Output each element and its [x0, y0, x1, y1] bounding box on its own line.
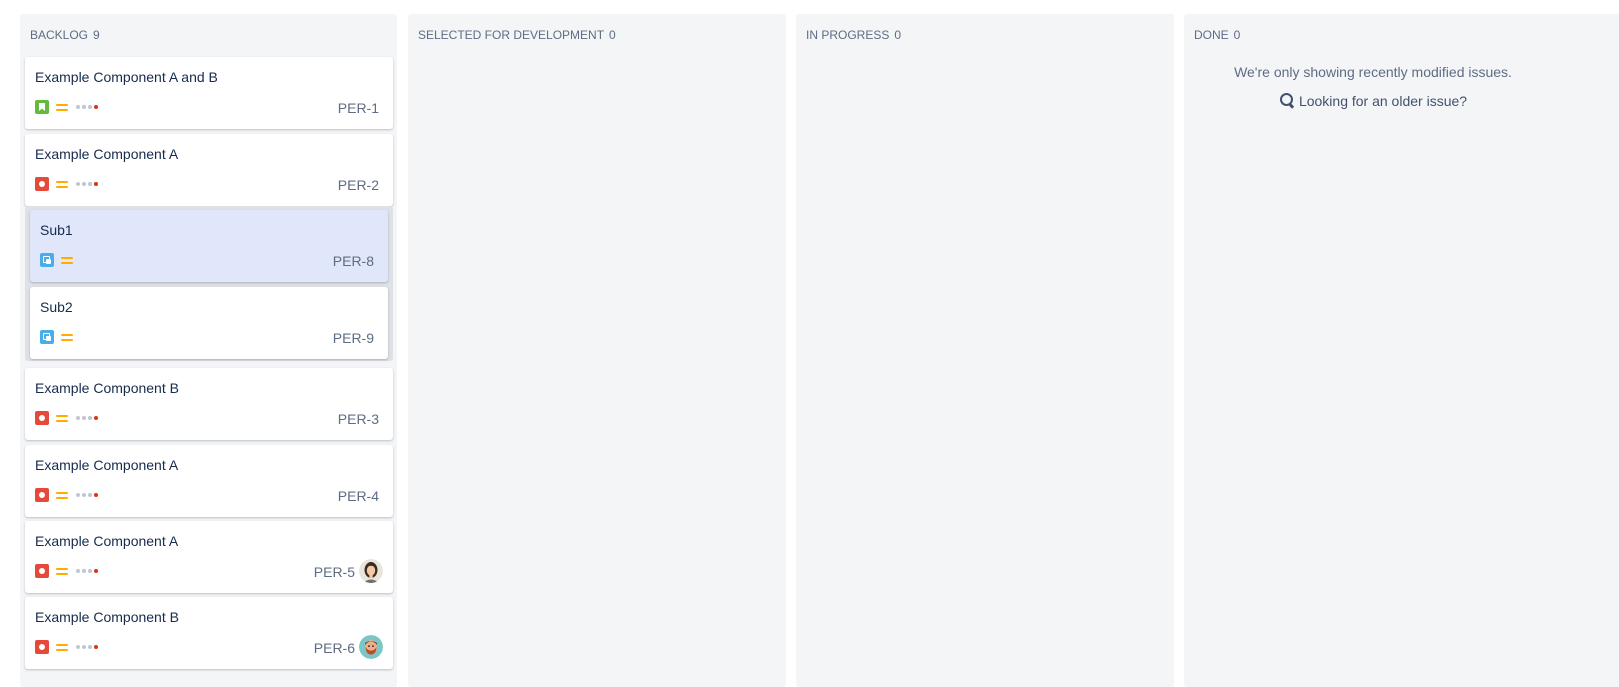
medium-priority-icon — [61, 332, 73, 342]
recent-issues-message: We're only showing recently modified iss… — [1234, 64, 1512, 80]
story-icon — [35, 100, 49, 114]
subtask-icon — [40, 253, 54, 267]
issue-key[interactable]: PER-4 — [338, 488, 379, 504]
medium-priority-icon — [56, 413, 68, 423]
column-count: 0 — [894, 28, 902, 42]
man-avatar-icon — [359, 635, 383, 659]
search-icon — [1279, 93, 1295, 109]
column-title: IN PROGRESS — [806, 28, 890, 42]
issue-key[interactable]: PER-1 — [338, 100, 379, 116]
issue-card[interactable]: Example Component A PER-5 — [25, 521, 393, 593]
issue-key[interactable]: PER-8 — [333, 253, 374, 269]
issue-card[interactable]: Example Component B PER-3 — [25, 368, 393, 440]
issue-summary: Sub1 — [40, 222, 73, 238]
column-title: BACKLOG — [30, 28, 89, 42]
issue-key[interactable]: PER-3 — [338, 411, 379, 427]
medium-priority-icon — [56, 102, 68, 112]
medium-priority-icon — [56, 642, 68, 652]
estimate-dots-icon — [76, 569, 100, 574]
issue-summary: Example Component B — [35, 380, 179, 396]
older-issue-link-text[interactable]: Looking for an older issue? — [1299, 93, 1467, 109]
issue-summary: Example Component B — [35, 609, 179, 625]
assignee-avatar[interactable] — [359, 559, 383, 583]
column-header-in-progress: IN PROGRESS 0 — [806, 28, 901, 42]
column-done: DONE 0 We're only showing recently modifi… — [1184, 14, 1619, 687]
issue-key[interactable]: PER-5 — [314, 564, 355, 580]
estimate-dots-icon — [76, 105, 100, 110]
subtask-icon — [40, 330, 54, 344]
bug-icon — [35, 411, 49, 425]
issue-card[interactable]: Example Component A PER-4 — [25, 445, 393, 517]
board: BACKLOG 9 Example Component A and B PER-1… — [20, 14, 1619, 687]
column-title: SELECTED FOR DEVELOPMENT — [418, 28, 605, 42]
issue-card[interactable]: Example Component A PER-2 — [25, 134, 393, 206]
medium-priority-icon — [56, 566, 68, 576]
estimate-dots-icon — [76, 493, 100, 498]
issue-card[interactable]: Example Component B PER-6 — [25, 597, 393, 669]
subtask-card[interactable]: Sub2 PER-9 — [30, 287, 388, 359]
issue-card[interactable]: Example Component A and B PER-1 — [25, 57, 393, 129]
issue-key[interactable]: PER-2 — [338, 177, 379, 193]
issue-summary: Example Component A — [35, 146, 179, 162]
bug-icon — [35, 488, 49, 502]
subtask-group: Sub1 PER-8 Sub2 PER-9 — [25, 206, 393, 361]
issue-summary: Example Component A — [35, 457, 179, 473]
bug-icon — [35, 564, 49, 578]
medium-priority-icon — [56, 490, 68, 500]
column-header-selected: SELECTED FOR DEVELOPMENT 0 — [418, 28, 616, 42]
column-header-backlog: BACKLOG 9 — [30, 28, 100, 42]
assignee-avatar[interactable] — [359, 635, 383, 659]
bug-icon — [35, 177, 49, 191]
column-selected-for-development: SELECTED FOR DEVELOPMENT 0 — [408, 14, 786, 687]
woman-avatar-icon — [359, 559, 383, 583]
column-title: DONE — [1194, 28, 1229, 42]
bug-icon — [35, 640, 49, 654]
medium-priority-icon — [61, 255, 73, 265]
column-count: 0 — [1233, 28, 1241, 42]
estimate-dots-icon — [76, 182, 100, 187]
estimate-dots-icon — [76, 416, 100, 421]
subtask-card[interactable]: Sub1 PER-8 — [30, 210, 388, 282]
column-count: 9 — [93, 28, 100, 42]
estimate-dots-icon — [76, 645, 100, 650]
issue-key[interactable]: PER-6 — [314, 640, 355, 656]
column-count: 0 — [609, 28, 616, 42]
column-backlog: BACKLOG 9 Example Component A and B PER-1… — [20, 14, 397, 687]
medium-priority-icon — [56, 179, 68, 189]
column-in-progress: IN PROGRESS 0 — [796, 14, 1174, 687]
older-issue-link[interactable]: Looking for an older issue? — [1184, 93, 1562, 109]
issue-summary: Example Component A and B — [35, 69, 218, 85]
issue-summary: Sub2 — [40, 299, 73, 315]
issue-key[interactable]: PER-9 — [333, 330, 374, 346]
issue-summary: Example Component A — [35, 533, 179, 549]
column-header-done: DONE 0 — [1194, 28, 1240, 42]
